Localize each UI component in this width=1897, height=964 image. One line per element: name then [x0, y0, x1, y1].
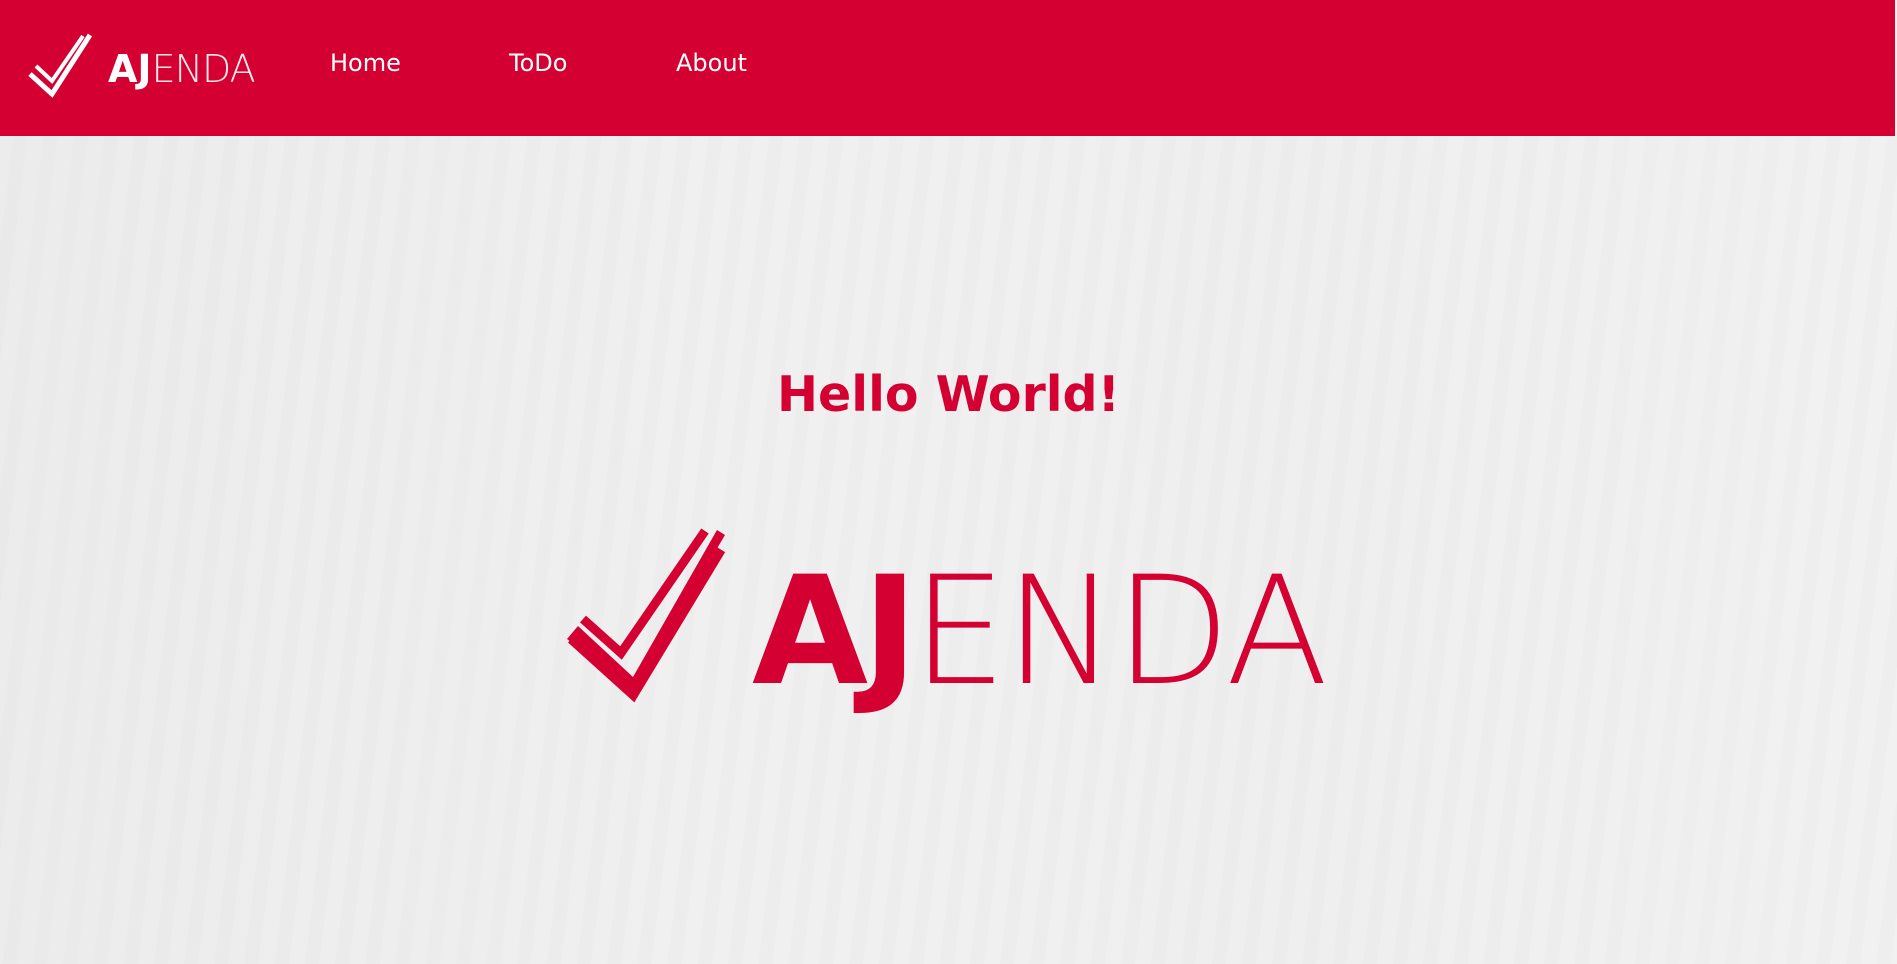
brand-wordmark-light: ENDA: [151, 47, 256, 91]
hero-wordmark-bold: AJ: [752, 545, 918, 719]
nav-link-home[interactable]: Home: [330, 48, 401, 78]
brand-wordmark-bold: AJ: [108, 47, 152, 91]
hero-wordmark-light: ENDA: [911, 545, 1328, 719]
nav-link-todo[interactable]: ToDo: [509, 48, 567, 78]
hero-logo: AJENDA: [565, 527, 1328, 712]
page-heading: Hello World!: [777, 366, 1120, 423]
nav-link-about[interactable]: About: [676, 48, 747, 78]
checkmark-icon: [567, 528, 726, 703]
navbar: AJENDA Home ToDo About: [0, 0, 1895, 136]
checkmark-icon: [28, 33, 93, 98]
brand-logo-link[interactable]: AJENDA: [28, 33, 256, 103]
hero-wordmark: AJENDA: [752, 552, 1328, 712]
brand-wordmark: AJENDA: [108, 47, 256, 91]
page-background: AJENDA Home ToDo About Hello World! AJEN…: [0, 0, 1897, 964]
